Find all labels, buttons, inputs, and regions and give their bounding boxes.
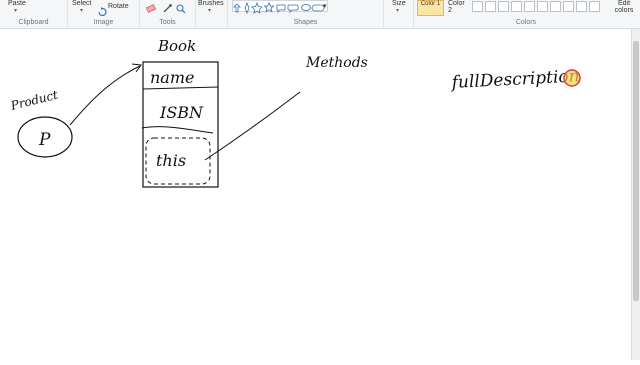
- tools-group-label: Tools: [159, 19, 176, 26]
- paste-button[interactable]: Paste: [8, 0, 26, 7]
- color-swatch[interactable]: [485, 1, 496, 12]
- color-swatch[interactable]: [537, 1, 548, 12]
- color-swatch[interactable]: [524, 1, 535, 12]
- color-swatch[interactable]: [511, 1, 522, 12]
- color2-button[interactable]: Color 2: [448, 0, 468, 14]
- paste-dropdown-icon[interactable]: ▾: [14, 7, 17, 14]
- vertical-scrollbar[interactable]: [631, 29, 640, 360]
- brushes-group: Brushes ▾: [196, 0, 228, 28]
- color-swatch[interactable]: [550, 1, 561, 12]
- color-swatch[interactable]: [576, 1, 587, 12]
- image-group-label: Image: [93, 19, 114, 26]
- image-group: Select ▾ Rotate Image: [68, 0, 140, 28]
- shapes-group-label: Shapes: [293, 19, 318, 26]
- colors-group-label: Colors: [515, 19, 537, 26]
- brushes-button[interactable]: Brushes: [198, 0, 224, 7]
- shapes-gallery[interactable]: [232, 0, 328, 15]
- tools-group: Tools: [140, 0, 196, 28]
- ribbon: Paste ▾ Clipboard Select ▾ Rotate Image …: [0, 0, 640, 29]
- divider: [142, 86, 219, 90]
- color1-label: Color 1: [420, 1, 441, 7]
- scrollbar-thumb[interactable]: [633, 41, 639, 301]
- book-label: Book: [157, 37, 196, 55]
- color-picker-icon[interactable]: [162, 0, 173, 13]
- color1-button[interactable]: Color 1: [417, 0, 444, 16]
- brushes-dropdown-icon[interactable]: ▾: [208, 7, 211, 14]
- eraser-icon[interactable]: [145, 0, 157, 13]
- color-swatch[interactable]: [498, 1, 509, 12]
- field-name: name: [150, 68, 194, 87]
- field-isbn: ISBN: [159, 103, 204, 122]
- drawing-svg: Product P Book name ISBN this Methods fu…: [8, 37, 581, 188]
- color-swatch[interactable]: [589, 1, 600, 12]
- select-button[interactable]: Select: [72, 0, 91, 7]
- size-dropdown-icon[interactable]: ▾: [396, 7, 399, 14]
- edit-colors-button[interactable]: Edit colors: [611, 0, 637, 14]
- size-button[interactable]: Size: [392, 0, 406, 7]
- method-text: fullDescription: [449, 66, 580, 93]
- this-line: [204, 91, 301, 161]
- size-group: Size ▾: [384, 0, 414, 28]
- methods-label: Methods: [305, 55, 368, 71]
- drawing-canvas[interactable]: Product P Book name ISBN this Methods fu…: [0, 29, 632, 360]
- clipboard-group: Paste ▾ Clipboard: [0, 0, 68, 28]
- magnifier-icon[interactable]: [176, 0, 187, 14]
- color-swatch[interactable]: [472, 1, 483, 12]
- field-this: this: [156, 151, 186, 170]
- rotate-button[interactable]: Rotate: [108, 3, 129, 10]
- select-dropdown-icon[interactable]: ▾: [80, 7, 83, 14]
- product-label: Product: [8, 88, 59, 113]
- divider: [141, 126, 214, 134]
- product-arrow: [69, 65, 141, 126]
- clipboard-group-label: Clipboard: [18, 19, 49, 26]
- p-label: P: [38, 130, 51, 150]
- shapes-more-icon[interactable]: ▾: [323, 2, 327, 10]
- color-swatch[interactable]: [563, 1, 574, 12]
- cursor-highlight-icon: [563, 69, 581, 87]
